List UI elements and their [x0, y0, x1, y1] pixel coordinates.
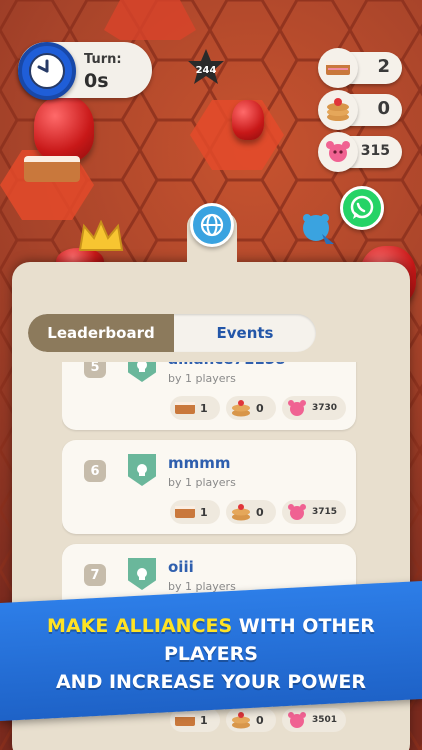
promo-banner-text: MAKE ALLIANCES WITH OTHER PLAYERS AND IN… — [0, 612, 422, 696]
alliance-players: by 1 players — [168, 476, 236, 489]
globe-icon — [200, 213, 224, 237]
cake-counter: 2 — [318, 48, 402, 88]
blue-bear-cursor-icon — [303, 214, 334, 244]
cake-icon — [318, 48, 358, 88]
jelly-bear-icon — [288, 504, 306, 520]
map-badge-star-icon: 244 — [188, 49, 224, 84]
cake-icon — [175, 402, 195, 414]
rank-badge: 5 — [84, 362, 106, 378]
rank-badge: 7 — [84, 564, 106, 586]
whatsapp-icon — [350, 195, 374, 219]
power-chip: 3501 — [282, 708, 346, 732]
cake-chip: 1 — [170, 500, 220, 524]
alliance-stats: 1 0 3715 — [170, 500, 360, 524]
globe-button[interactable] — [190, 203, 234, 247]
tab-leaderboard[interactable]: Leaderboard — [28, 314, 174, 352]
cake-icon — [175, 714, 195, 726]
alliance-shield-icon — [128, 558, 156, 590]
power-chip: 3715 — [282, 500, 346, 524]
pancake-chip: 0 — [226, 396, 276, 420]
promo-line-1: MAKE ALLIANCES WITH OTHER PLAYERS — [0, 612, 422, 668]
pancake-icon — [232, 504, 250, 521]
rank-badge: 6 — [84, 460, 106, 482]
svg-text:244: 244 — [196, 65, 217, 76]
promo-highlight: MAKE ALLIANCES — [47, 615, 233, 637]
pancake-icon — [232, 400, 250, 417]
alliance-stats: 1 0 3501 — [170, 708, 360, 732]
alliance-name: oiii — [168, 558, 194, 576]
alliance-shield-icon — [128, 454, 156, 486]
power-chip: 3730 — [282, 396, 346, 420]
clock-icon — [18, 42, 76, 100]
whatsapp-share-button[interactable] — [340, 186, 384, 230]
red-bear-piece-small[interactable] — [232, 100, 264, 140]
panel-tabs: Leaderboard Events — [28, 314, 316, 352]
jelly-bear-icon — [288, 400, 306, 416]
alliance-name: alliance71158 — [168, 362, 286, 368]
crown-icon — [78, 220, 124, 251]
pancake-value: 0 — [377, 98, 390, 119]
pancake-chip: 0 — [226, 500, 276, 524]
jelly-value: 315 — [360, 143, 390, 159]
leaderboard-row[interactable]: 6 mmmm by 1 players 1 0 3715 — [62, 440, 356, 534]
promo-line-2: AND INCREASE YOUR POWER — [55, 671, 367, 693]
tab-events[interactable]: Events — [174, 314, 316, 352]
alliance-name: mmmm — [168, 454, 231, 472]
pancake-icon — [232, 712, 250, 729]
jelly-bear-icon — [318, 132, 358, 172]
turn-value: 0s — [84, 70, 109, 92]
red-bear-piece[interactable] — [34, 96, 94, 162]
jelly-bear-icon — [288, 712, 306, 728]
pancake-chip: 0 — [226, 708, 276, 732]
cake-icon — [175, 506, 195, 518]
pancake-icon — [318, 90, 358, 130]
alliance-players: by 1 players — [168, 372, 236, 385]
pancake-counter: 0 — [318, 90, 402, 130]
turn-label: Turn: — [84, 52, 122, 67]
cake-chip: 1 — [170, 396, 220, 420]
cake-value: 2 — [377, 56, 390, 77]
leaderboard-row[interactable]: 5 alliance71158 by 1 players 1 0 3730 — [62, 362, 356, 430]
jelly-counter: 315 — [318, 132, 402, 172]
alliance-shield-icon — [128, 362, 156, 382]
alliance-stats: 1 0 3730 — [170, 396, 360, 420]
cake-slice-tile — [24, 156, 80, 182]
